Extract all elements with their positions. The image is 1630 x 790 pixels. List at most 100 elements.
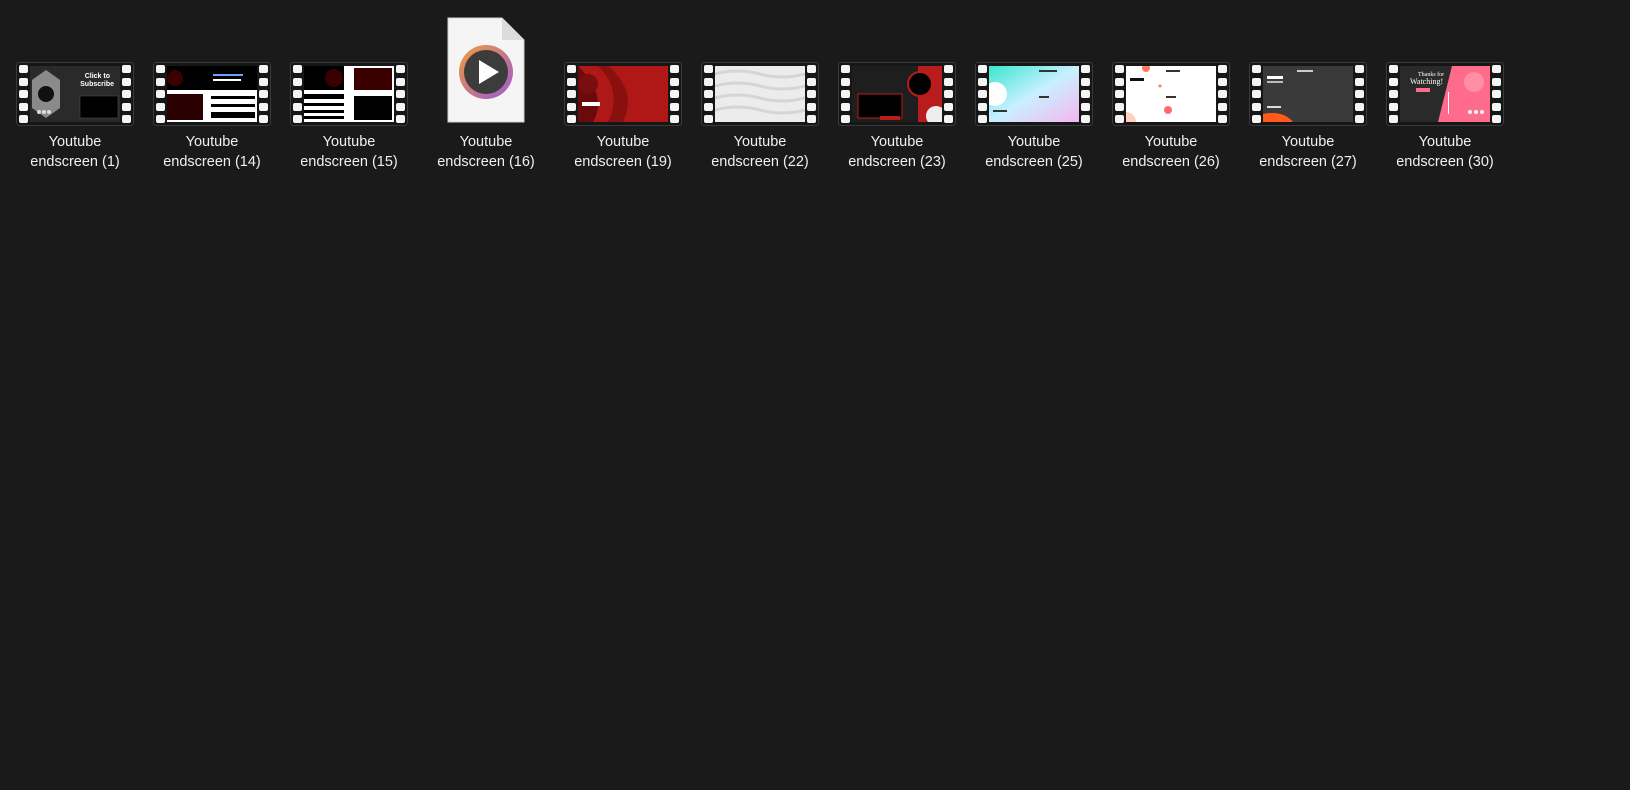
video-thumbnail: Thanks for Watching! [1386, 62, 1504, 126]
file-name: Youtube endscreen (14) [149, 132, 275, 172]
film-holes-right [944, 65, 953, 123]
thumbnail-frame [989, 66, 1079, 122]
file-name-line1: Youtube [185, 134, 239, 150]
file-name: Youtube endscreen (19) [560, 132, 686, 172]
video-thumbnail [975, 62, 1093, 126]
film-holes-right [259, 65, 268, 123]
film-holes-left [1389, 65, 1398, 123]
file-name-line1: Youtube [870, 134, 924, 150]
file-item-yt30[interactable]: Thanks for Watching! Youtube endscreen (30… [1382, 14, 1508, 174]
file-name-line2: endscreen (26) [1122, 154, 1220, 170]
thumbnail-frame [715, 66, 805, 122]
file-name-line2: endscreen (1) [30, 154, 120, 170]
file-name: Youtube endscreen (16) [423, 132, 549, 172]
film-holes-right [807, 65, 816, 123]
file-name-line1: Youtube [1144, 134, 1198, 150]
file-name-line1: Youtube [1281, 134, 1335, 150]
file-name-line1: Youtube [733, 134, 787, 150]
film-holes-left [978, 65, 987, 123]
file-item-yt19[interactable]: Youtube endscreen (19) [560, 14, 686, 174]
file-name-line1: Youtube [48, 134, 102, 150]
thumbnail-frame [304, 66, 394, 122]
file-thumbnail [834, 14, 960, 126]
file-thumbnail [971, 14, 1097, 126]
file-name-line2: endscreen (30) [1396, 154, 1494, 170]
file-name-line2: endscreen (27) [1259, 154, 1357, 170]
file-name: Youtube endscreen (23) [834, 132, 960, 172]
film-holes-left [567, 65, 576, 123]
thumbnail-frame [578, 66, 668, 122]
file-thumbnail [423, 14, 549, 126]
thumbnail-frame: Thanks for Watching! [1400, 66, 1490, 122]
video-thumbnail [701, 62, 819, 126]
thumbnail-frame: Click to Subscribe [30, 66, 120, 122]
file-name: Youtube endscreen (22) [697, 132, 823, 172]
file-item-yt27[interactable]: Youtube endscreen (27) [1245, 14, 1371, 174]
file-name-line2: endscreen (22) [711, 154, 809, 170]
film-holes-right [1218, 65, 1227, 123]
file-item-yt25[interactable]: Youtube endscreen (25) [971, 14, 1097, 174]
video-thumbnail [838, 62, 956, 126]
file-name-line2: endscreen (16) [437, 154, 535, 170]
file-item-yt22[interactable]: Youtube endscreen (22) [697, 14, 823, 174]
file-name: Youtube endscreen (30) [1382, 132, 1508, 172]
film-holes-left [293, 65, 302, 123]
file-item-yt14[interactable]: Youtube endscreen (14) [149, 14, 275, 174]
file-name: Youtube endscreen (27) [1245, 132, 1371, 172]
thumbnail-frame [1126, 66, 1216, 122]
file-name-line1: Youtube [459, 134, 513, 150]
film-holes-right [1492, 65, 1501, 123]
file-thumbnail [560, 14, 686, 126]
thumbnail-caption: Subscribe [80, 81, 114, 88]
file-thumbnail [149, 14, 275, 126]
file-name-line2: endscreen (14) [163, 154, 261, 170]
file-name-line2: endscreen (19) [574, 154, 672, 170]
file-thumbnail [286, 14, 412, 126]
file-name: Youtube endscreen (26) [1108, 132, 1234, 172]
file-thumbnail [1245, 14, 1371, 126]
file-thumbnail [697, 14, 823, 126]
film-holes-left [841, 65, 850, 123]
file-name: Youtube endscreen (15) [286, 132, 412, 172]
video-thumbnail [153, 62, 271, 126]
file-name: Youtube endscreen (1) [12, 132, 138, 172]
file-name-line1: Youtube [1418, 134, 1472, 150]
file-item-yt15[interactable]: Youtube endscreen (15) [286, 14, 412, 174]
thumbnail-frame [167, 66, 257, 122]
file-item-yt23[interactable]: Youtube endscreen (23) [834, 14, 960, 174]
file-thumbnail: Thanks for Watching! [1382, 14, 1508, 126]
thumbnail-frame [1263, 66, 1353, 122]
film-holes-left [156, 65, 165, 123]
file-item-yt26[interactable]: Youtube endscreen (26) [1108, 14, 1234, 174]
film-holes-right [396, 65, 405, 123]
video-thumbnail [290, 62, 408, 126]
video-thumbnail [1112, 62, 1230, 126]
film-holes-right [670, 65, 679, 123]
film-holes-left [1252, 65, 1261, 123]
file-thumbnail: Click to Subscribe [12, 14, 138, 126]
thumbnail-caption: Watching! [1410, 77, 1443, 86]
media-file-icon [447, 17, 525, 123]
file-name: Youtube endscreen (25) [971, 132, 1097, 172]
file-item-yt1[interactable]: Click to Subscribe Youtube endscreen (1) [12, 14, 138, 174]
film-holes-left [704, 65, 713, 123]
video-thumbnail: Click to Subscribe [16, 62, 134, 126]
film-holes-right [1081, 65, 1090, 123]
file-name-line1: Youtube [322, 134, 376, 150]
film-holes-right [122, 65, 131, 123]
file-grid: Click to Subscribe Youtube endscreen (1) Y… [0, 0, 1630, 790]
file-name-line2: endscreen (15) [300, 154, 398, 170]
file-name-line1: Youtube [1007, 134, 1061, 150]
film-holes-right [1355, 65, 1364, 123]
file-name-line2: endscreen (25) [985, 154, 1083, 170]
file-name-line2: endscreen (23) [848, 154, 946, 170]
film-holes-left [19, 65, 28, 123]
video-thumbnail [564, 62, 682, 126]
file-item-yt16[interactable]: Youtube endscreen (16) [423, 14, 549, 174]
file-thumbnail [1108, 14, 1234, 126]
video-thumbnail [1249, 62, 1367, 126]
film-holes-left [1115, 65, 1124, 123]
thumbnail-caption: Click to [85, 73, 110, 80]
thumbnail-frame [852, 66, 942, 122]
file-name-line1: Youtube [596, 134, 650, 150]
